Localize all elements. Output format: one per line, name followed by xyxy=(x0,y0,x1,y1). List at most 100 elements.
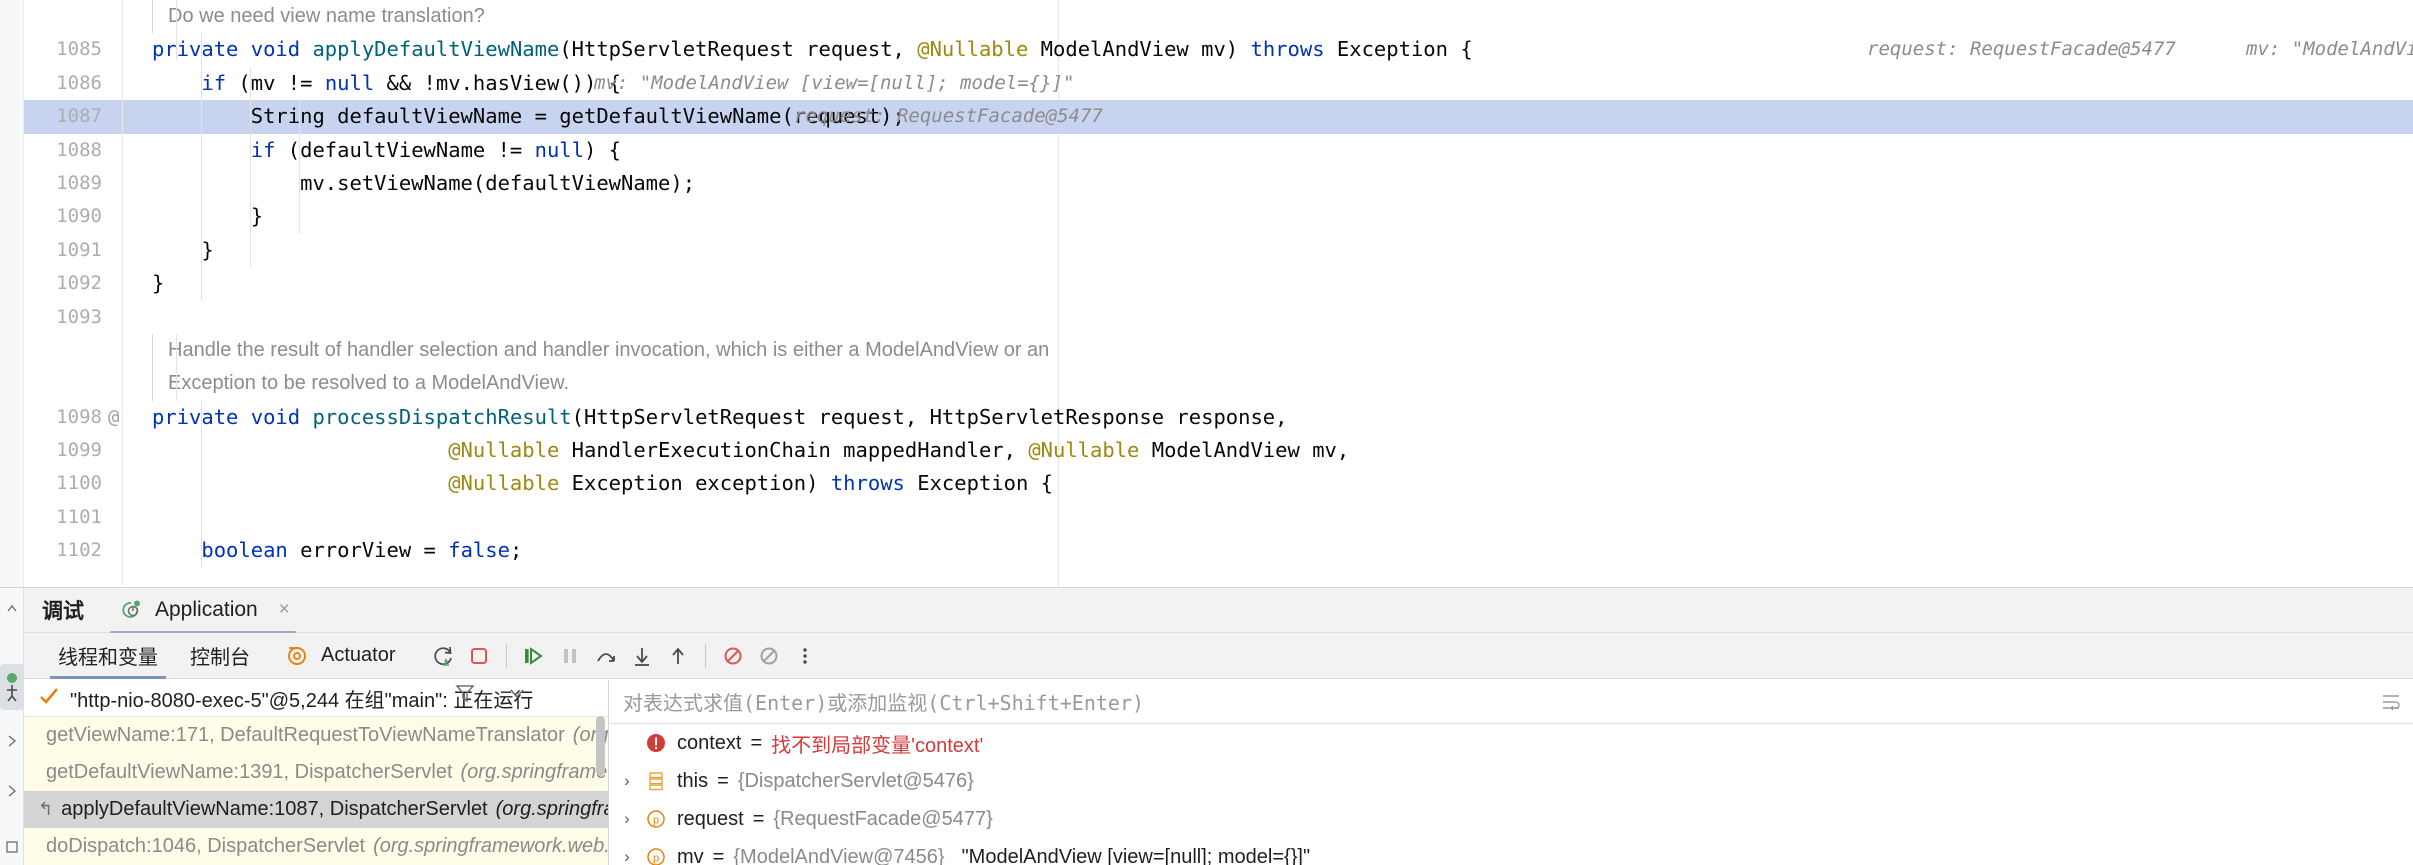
frame-package: (org.springframework.web.servlet) xyxy=(460,761,608,783)
step-into-icon[interactable] xyxy=(624,633,660,679)
code-text: } xyxy=(152,204,264,229)
code-line[interactable]: 1089 mv.setViewName(defaultViewName); xyxy=(24,167,2413,200)
tab-console[interactable]: 控制台 xyxy=(174,633,266,679)
resume-program-icon[interactable] xyxy=(516,633,552,679)
variable-row[interactable]: › p mv = {ModelAndView@7456} "ModelAndView [v… xyxy=(609,838,2413,865)
frames-filter-controls[interactable] xyxy=(454,682,528,709)
step-forward-icon[interactable] xyxy=(0,778,24,804)
chevron-right-icon[interactable]: › xyxy=(619,809,635,829)
indent-guide xyxy=(201,400,202,568)
variable-value: 找不到局部变量'context' xyxy=(771,734,984,757)
code-line[interactable]: 1088 if (defaultViewName != null) { xyxy=(24,134,2413,167)
code-editor[interactable]: Do we need view name translation? 1085 pri… xyxy=(0,0,2413,588)
code-text: } xyxy=(152,271,165,296)
tab-threads-and-variables[interactable]: 线程和变量 xyxy=(42,633,174,679)
frames-scrollbar[interactable] xyxy=(596,716,605,776)
line-number: 1101 xyxy=(56,505,102,528)
frame-row[interactable]: getDefaultViewName:1391, DispatcherServl… xyxy=(24,754,608,791)
actuator-icon xyxy=(282,641,312,671)
debug-tool-window[interactable]: 调试 Application × 线程和变量 控制台 Actuator "htt… xyxy=(24,588,2413,865)
variable-row[interactable]: › p request = {RequestFacade@5477} xyxy=(609,800,2413,838)
soft-wrap-icon[interactable] xyxy=(2379,690,2403,719)
code-line[interactable]: 1085 private void applyDefaultViewName(Ht… xyxy=(24,33,2413,66)
run-with-debug-icon xyxy=(116,595,146,625)
code-text: String defaultViewName = getDefaultViewN… xyxy=(152,104,905,129)
frame-row[interactable]: getViewName:171, DefaultRequestToViewNam… xyxy=(24,717,608,754)
debug-toolbar[interactable]: 线程和变量 控制台 Actuator xyxy=(24,633,2413,679)
step-forward-icon[interactable] xyxy=(0,728,24,754)
view-breakpoints-icon[interactable] xyxy=(751,633,787,679)
rerun-icon[interactable] xyxy=(425,633,461,679)
javadoc-text: Do we need view name translation? xyxy=(168,5,485,27)
close-icon[interactable]: × xyxy=(279,599,290,621)
variable-string-value: "ModelAndView [view=[null]; model={}]" xyxy=(961,845,1311,865)
code-text: if (defaultViewName != null) { xyxy=(250,137,622,162)
step-out-icon[interactable] xyxy=(660,633,696,679)
console-icon[interactable] xyxy=(0,834,24,860)
line-number: 1088 xyxy=(56,138,102,161)
code-line-current[interactable]: 1087 String defaultViewName = getDefault… xyxy=(24,100,2413,134)
line-number: 1089 xyxy=(56,171,102,194)
variable-equals: = xyxy=(750,731,763,754)
line-number: 1098 xyxy=(56,405,102,428)
variable-name: context xyxy=(677,731,742,754)
code-line[interactable]: 1090 } xyxy=(24,200,2413,233)
override-marker-icon[interactable]: @ xyxy=(108,401,130,434)
left-tool-rail[interactable] xyxy=(0,588,24,865)
code-line[interactable]: 1100 @Nullable Exception exception) thro… xyxy=(24,467,2413,500)
debug-window-title: 调试 xyxy=(42,600,84,623)
variables-list[interactable]: context = 找不到局部变量'context' › this = {Dispatche… xyxy=(609,724,2413,865)
code-text: mv.setViewName(defaultViewName); xyxy=(152,170,696,195)
frame-row-selected[interactable]: ↰ applyDefaultViewName:1087, DispatcherSe… xyxy=(24,791,608,828)
code-line[interactable]: 1098 @ private void processDispatchResult(… xyxy=(24,401,2413,434)
code-line[interactable]: 1091 } xyxy=(24,234,2413,267)
parameter-icon: p xyxy=(644,845,668,865)
svg-text:p: p xyxy=(653,853,659,865)
indent-guide xyxy=(176,334,177,401)
code-line[interactable]: Handle the result of handler selection a… xyxy=(24,333,2413,368)
code-line[interactable]: 1092} xyxy=(24,267,2413,300)
code-line[interactable]: Do we need view name translation? xyxy=(24,0,2413,34)
tab-application[interactable]: Application × xyxy=(110,588,296,634)
code-text: @Nullable Exception exception) throws Ex… xyxy=(448,471,1054,496)
stop-icon[interactable] xyxy=(461,633,497,679)
this-object-icon xyxy=(644,769,668,793)
step-over-icon[interactable] xyxy=(588,633,624,679)
toolbar-divider xyxy=(506,643,508,668)
frame-row[interactable]: doDispatch:1046, DispatcherServlet (org.s… xyxy=(24,828,608,865)
code-line[interactable]: Exception to be resolved to a ModelAndVi… xyxy=(24,367,2413,401)
evaluate-expression-input[interactable]: 对表达式求值(Enter)或添加监视(Ctrl+Shift+Enter) xyxy=(609,680,2413,724)
chevron-right-icon[interactable]: › xyxy=(619,847,635,865)
variables-panel[interactable]: 对表达式求值(Enter)或添加监视(Ctrl+Shift+Enter) con… xyxy=(609,680,2413,865)
code-text: } xyxy=(152,237,214,262)
collapse-icon[interactable] xyxy=(0,596,24,622)
debug-tab-bar[interactable]: 调试 Application × xyxy=(24,588,2413,634)
frame-list[interactable]: getViewName:171, DefaultRequestToViewNam… xyxy=(24,717,608,865)
code-line[interactable]: 1086 if (mv != null && !mv.hasView()) {m… xyxy=(24,67,2413,100)
line-number: 1093 xyxy=(56,305,102,328)
variable-row[interactable]: › this = {DispatcherServlet@5476} xyxy=(609,762,2413,800)
code-text: if (mv != null && !mv.hasView()) { xyxy=(201,70,622,95)
more-options-icon[interactable] xyxy=(787,633,823,679)
variable-row[interactable]: context = 找不到局部变量'context' xyxy=(609,724,2413,762)
variable-name: this xyxy=(677,769,709,792)
editor-lines[interactable]: Do we need view name translation? 1085 pri… xyxy=(24,0,2413,588)
chevron-right-icon[interactable]: › xyxy=(619,771,635,791)
frame-method: doDispatch:1046, DispatcherServlet xyxy=(46,835,366,857)
debug-status-icon[interactable] xyxy=(0,664,24,710)
indent-guide xyxy=(201,33,202,301)
tab-actuator[interactable]: Actuator xyxy=(266,633,411,679)
code-line[interactable]: 1099 @Nullable HandlerExecutionChain map… xyxy=(24,434,2413,467)
filter-icon[interactable] xyxy=(454,682,476,709)
javadoc-guide xyxy=(152,333,153,368)
code-line[interactable]: 1093 xyxy=(24,301,2413,334)
code-line[interactable]: 1102 boolean errorView = false; xyxy=(24,534,2413,567)
javadoc-guide xyxy=(152,367,153,401)
frame-method: getDefaultViewName:1391, DispatcherServl… xyxy=(46,761,453,783)
chevron-down-icon[interactable] xyxy=(506,682,528,709)
indent-guide xyxy=(250,66,251,268)
mute-breakpoints-icon[interactable] xyxy=(715,633,751,679)
tab-threads-and-variables-label: 线程和变量 xyxy=(58,647,158,669)
frame-method: applyDefaultViewName:1087, DispatcherSer… xyxy=(61,798,488,820)
code-line[interactable]: 1101 xyxy=(24,501,2413,534)
